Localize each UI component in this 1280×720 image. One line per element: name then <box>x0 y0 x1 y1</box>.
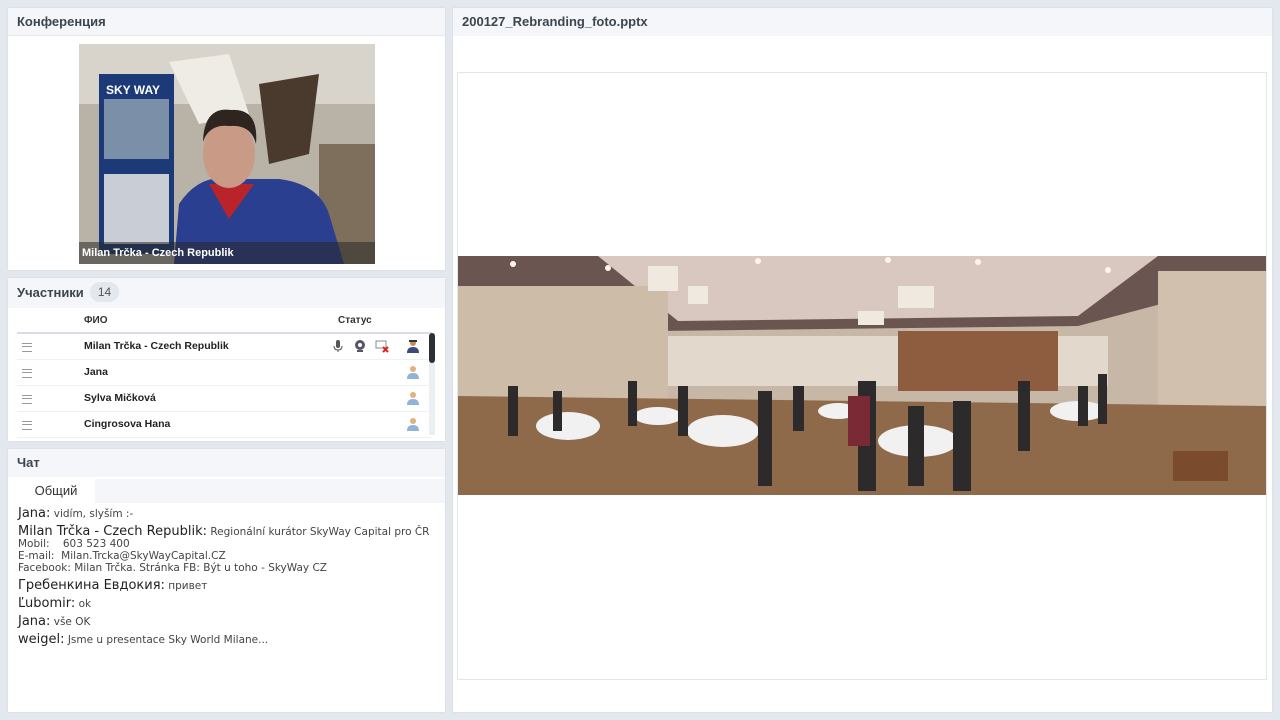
chat-title: Чат <box>8 449 445 477</box>
chat-panel: Чат Общий Jana: vidím, slyším :- Milan T… <box>8 449 445 712</box>
drag-handle-icon[interactable] <box>22 395 32 404</box>
video-participant-label: Milan Trčka - Czech Republik <box>79 242 375 264</box>
scrollbar-thumb[interactable] <box>429 333 435 363</box>
user-icon <box>407 418 419 431</box>
message-author: Milan Trčka - Czech Republik: <box>18 524 207 539</box>
participant-name: Milan Trčka - Czech Republik <box>84 340 229 352</box>
participants-title: Участники <box>17 285 84 300</box>
video-feed[interactable]: SKY WAY Milan Trčka - Czech Republik <box>79 44 375 264</box>
message-author: weigel: <box>18 632 65 647</box>
drag-handle-icon[interactable] <box>22 369 32 378</box>
drag-handle-icon[interactable] <box>22 343 32 352</box>
message-author: Ľubomir: <box>18 596 76 611</box>
presenter-icon <box>407 340 419 353</box>
user-icon <box>407 392 419 405</box>
video-image: SKY WAY <box>79 44 375 264</box>
chat-message: Jana: vše OK <box>18 614 438 629</box>
message-text: привет <box>168 580 208 592</box>
drag-handle-icon[interactable] <box>22 421 32 430</box>
message-author: Гребенкина Евдокия: <box>18 578 165 593</box>
chat-message: Milan Trčka - Czech Republik: Regionální… <box>18 524 438 574</box>
column-header-status[interactable]: Статус <box>338 315 372 326</box>
participant-row[interactable]: Cingrosova Hana <box>17 412 432 438</box>
chat-message: weigel: Jsme u presentace Sky World Mila… <box>18 632 438 647</box>
participants-list: Milan Trčka - Czech Republik Jana Sylva … <box>17 334 432 438</box>
column-header-name[interactable]: ФИО <box>84 315 108 326</box>
participants-count-badge: 14 <box>89 282 120 302</box>
participant-name: Sylva Mičková <box>84 392 156 404</box>
participant-row[interactable]: Jana <box>17 360 432 386</box>
participants-panel: Участники 14 ФИО Статус Milan Trčka - Cze… <box>8 278 445 441</box>
participants-header: Участники 14 <box>8 278 445 308</box>
participant-name: Jana <box>84 366 108 378</box>
participant-row[interactable]: Sylva Mičková <box>17 386 432 412</box>
message-text: vidím, slyším :- <box>53 508 134 520</box>
banquet-hall-image <box>458 256 1266 495</box>
presentation-title: 200127_Rebranding_foto.pptx <box>453 8 1272 36</box>
chat-message: Jana: vidím, slyším :- <box>18 506 438 521</box>
participants-scrollbar[interactable] <box>429 333 435 435</box>
screen-off-icon[interactable] <box>375 339 389 353</box>
chat-message: Ľubomir: ok <box>18 596 438 611</box>
participant-row[interactable]: Milan Trčka - Czech Republik <box>17 334 432 360</box>
mic-icon[interactable] <box>331 339 345 353</box>
chat-message: Гребенкина Евдокия: привет <box>18 578 438 593</box>
webcam-icon[interactable] <box>353 339 367 353</box>
slide-canvas[interactable] <box>457 72 1267 680</box>
message-text: Jsme u presentace Sky World Milane... <box>67 634 269 646</box>
tab-general[interactable]: Общий <box>17 479 95 503</box>
conference-title: Конференция <box>8 8 445 36</box>
chat-messages: Jana: vidím, slyším :- Milan Trčka - Cze… <box>18 506 438 652</box>
slide-photo <box>458 256 1266 495</box>
participants-table-header: ФИО Статус <box>17 310 432 334</box>
conference-panel: Конференция SKY WAY Milan Trčka - Czech … <box>8 8 445 270</box>
message-text: vše OK <box>53 616 91 628</box>
message-author: Jana: <box>18 614 51 629</box>
message-text: ok <box>78 598 92 610</box>
user-icon <box>407 366 419 379</box>
message-author: Jana: <box>18 506 51 521</box>
chat-tabbar: Общий <box>17 479 445 503</box>
participant-name: Cingrosova Hana <box>84 418 171 430</box>
svg-text:SKY WAY: SKY WAY <box>106 83 160 97</box>
presentation-panel: 200127_Rebranding_foto.pptx <box>453 8 1272 712</box>
